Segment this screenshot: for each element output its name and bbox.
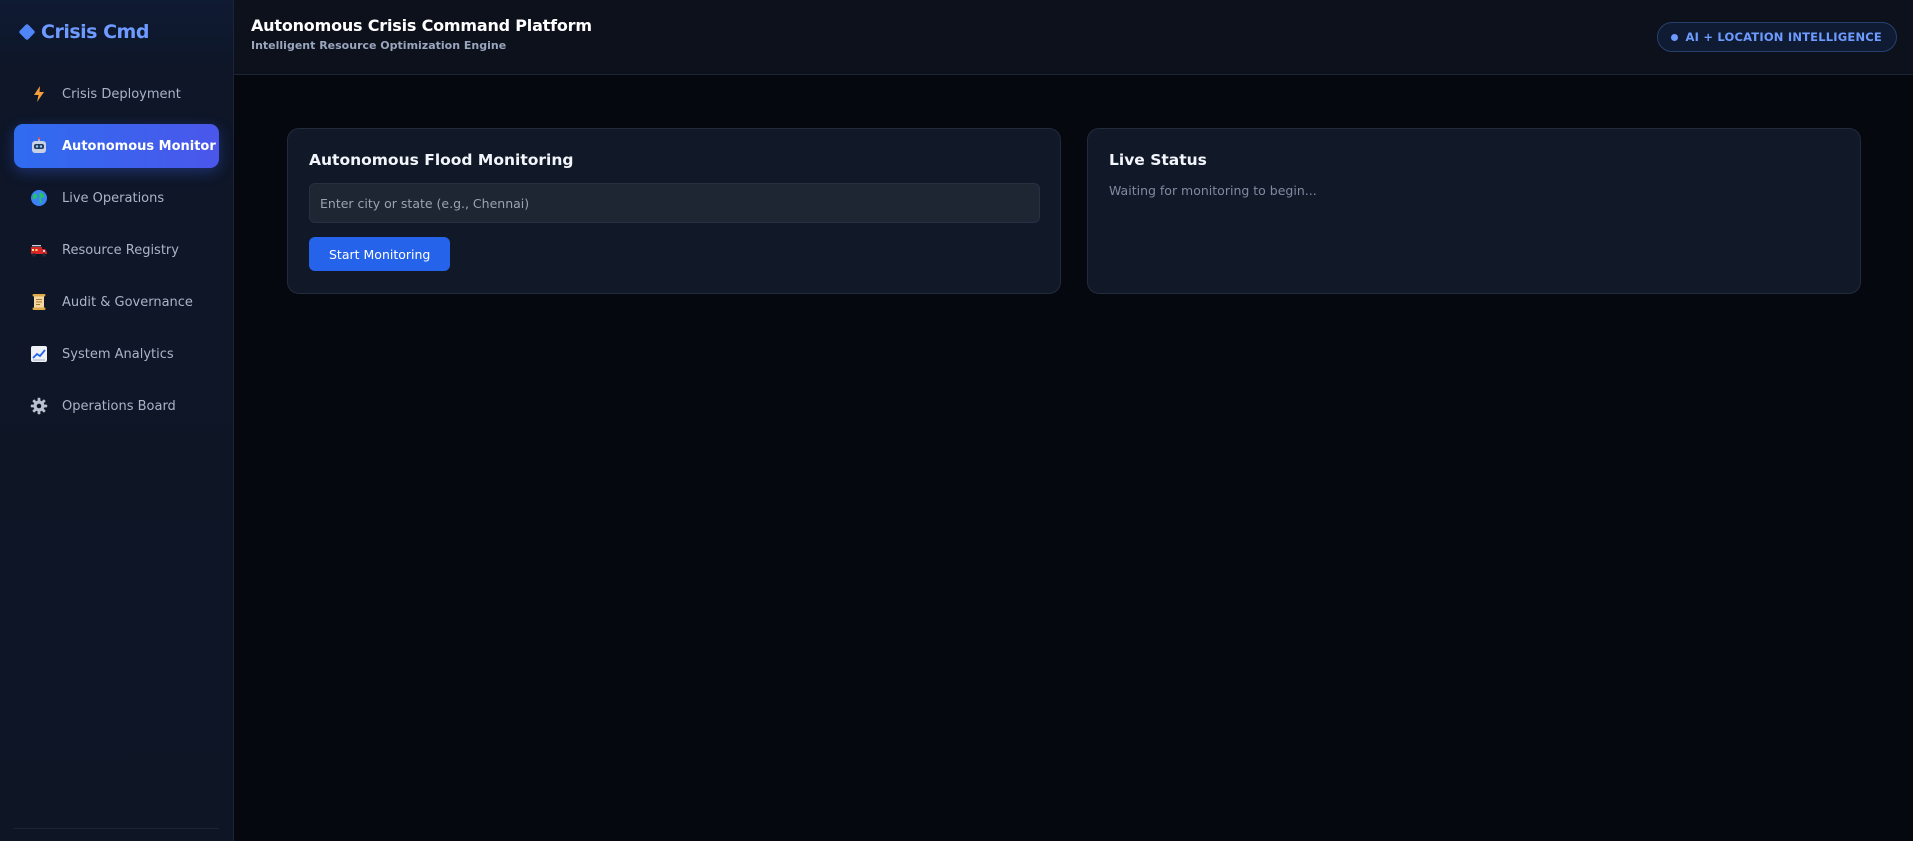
sidebar-nav: Crisis Deployment Autonomous Monitor Liv…: [0, 64, 233, 428]
sidebar-item-label: Live Operations: [62, 190, 165, 206]
sidebar-item-crisis-deployment[interactable]: Crisis Deployment: [14, 72, 219, 116]
scroll-icon: [30, 293, 48, 311]
sidebar-divider: [14, 828, 219, 829]
flood-monitoring-card: Autonomous Flood Monitoring Start Monito…: [287, 128, 1061, 294]
card-title: Live Status: [1109, 151, 1207, 169]
fire-truck-icon: [30, 241, 48, 259]
sidebar-item-system-analytics[interactable]: System Analytics: [14, 332, 219, 376]
sidebar-item-operations-board[interactable]: Operations Board: [14, 384, 219, 428]
page-subtitle: Intelligent Resource Optimization Engine: [251, 39, 507, 52]
robot-icon: [30, 137, 48, 155]
status-message: Waiting for monitoring to begin...: [1109, 183, 1317, 198]
sidebar-item-label: Operations Board: [62, 398, 176, 414]
app-root: Crisis Cmd Crisis Deployment Autonomous …: [0, 0, 1913, 841]
sidebar-item-label: Audit & Governance: [62, 294, 193, 310]
sidebar: Crisis Cmd Crisis Deployment Autonomous …: [0, 0, 234, 841]
brand-name: Crisis Cmd: [41, 21, 149, 43]
sidebar-item-audit-governance[interactable]: Audit & Governance: [14, 280, 219, 324]
status-badge-label: AI + LOCATION INTELLIGENCE: [1685, 30, 1882, 44]
live-status-card: Live Status Waiting for monitoring to be…: [1087, 128, 1861, 294]
sidebar-item-live-operations[interactable]: Live Operations: [14, 176, 219, 220]
sidebar-item-autonomous-monitor[interactable]: Autonomous Monitor: [14, 124, 219, 168]
lightning-icon: [30, 85, 48, 103]
city-input[interactable]: [309, 183, 1040, 223]
brand-logo[interactable]: Crisis Cmd: [0, 0, 233, 64]
sidebar-item-label: Resource Registry: [62, 242, 179, 258]
sidebar-item-label: System Analytics: [62, 346, 174, 362]
start-monitoring-button[interactable]: Start Monitoring: [309, 237, 451, 271]
title-block: Autonomous Crisis Command Platform Intel…: [251, 16, 592, 52]
main-area: Autonomous Crisis Command Platform Intel…: [234, 0, 1913, 841]
status-dot-icon: [1670, 33, 1678, 41]
sidebar-item-resource-registry[interactable]: Resource Registry: [14, 228, 219, 272]
status-badge: AI + LOCATION INTELLIGENCE: [1656, 22, 1897, 52]
globe-icon: [30, 189, 48, 207]
sidebar-item-label: Autonomous Monitor: [62, 138, 216, 154]
chart-increasing-icon: [30, 345, 48, 363]
card-title: Autonomous Flood Monitoring: [309, 151, 574, 169]
diamond-icon: [18, 23, 36, 41]
page-title: Autonomous Crisis Command Platform: [251, 16, 592, 35]
sidebar-item-label: Crisis Deployment: [62, 86, 181, 102]
gear-icon: [30, 397, 48, 415]
top-bar: Autonomous Crisis Command Platform Intel…: [234, 0, 1913, 75]
content-area: Autonomous Flood Monitoring Start Monito…: [234, 75, 1913, 841]
